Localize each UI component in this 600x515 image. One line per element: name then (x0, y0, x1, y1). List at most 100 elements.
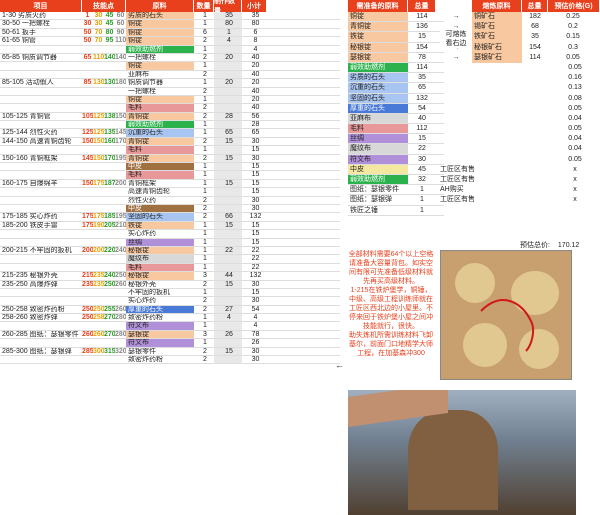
subtotal: 132 (249, 272, 262, 280)
skill-level (104, 163, 115, 170)
make-count: 15 (214, 280, 242, 288)
skill-level: 45 (105, 12, 114, 19)
table-row: 250-258 致密炸药粉 250 250 255 260 厚重的石头 2 27 54 (0, 305, 340, 315)
material-name: 青铜锭 (126, 137, 194, 146)
material-qty: 1 (203, 20, 207, 28)
recipe-name (0, 205, 82, 212)
subtotal: 4 (253, 45, 258, 53)
need-name: 沉重的石头 (348, 83, 408, 93)
ore-name: 瑟银矿石 (472, 52, 522, 63)
ore-price: 0.3 (568, 43, 578, 51)
need-name: 劣质的石头 (348, 73, 408, 83)
subtotal: 30 (251, 356, 260, 364)
need-name: 符文布 (348, 154, 408, 164)
material-name: 铜锭 (126, 62, 194, 70)
skill-level: 200 (115, 179, 126, 187)
skill-level: 145 (115, 129, 126, 137)
recipe-name (0, 197, 82, 204)
skill-level: 187 (104, 179, 115, 187)
price-note (440, 114, 550, 124)
recipe-name (0, 230, 82, 237)
skill-level (115, 356, 126, 363)
skill-level (115, 88, 126, 95)
list-item: 0.13 (440, 83, 600, 93)
skill-level (104, 62, 115, 69)
need-name: 青铜锭 (348, 22, 408, 32)
skill-level: 125 (82, 129, 93, 137)
skill-level (115, 339, 126, 346)
table-row: 魔纹布 1 22 (0, 255, 340, 264)
need-name: 丝绸 (348, 134, 408, 144)
material-name: 高速青铜齿轮 (128, 188, 170, 196)
need-total: 1 (420, 186, 424, 194)
need-total: 15 (418, 135, 426, 143)
recipe-name (0, 163, 82, 170)
list-item: 铜锭 114 (348, 12, 444, 23)
list-item: 0.04 (440, 114, 600, 124)
table-row: 一把螺栓 2 40 (0, 87, 340, 96)
skill-level (104, 121, 115, 128)
skill-level: 250 (93, 305, 104, 313)
need-total: 132 (416, 94, 428, 102)
recipe-name (0, 146, 82, 153)
material-qty: 1 (203, 179, 207, 187)
recipe-name: 50-61 扳手 (2, 28, 36, 36)
skill-level: 50 (83, 37, 92, 45)
skill-level (104, 255, 115, 262)
ore-price: 0.25 (566, 13, 580, 20)
skill-level (104, 205, 115, 212)
estimate-value: 170.12 (557, 242, 580, 249)
subtotal: 15 (251, 179, 260, 187)
material-name: 毛料 (126, 171, 194, 179)
skill-level (104, 71, 115, 78)
recipe-name: 200-215 不牢固的扳机 (2, 246, 72, 254)
material-qty: 1 (203, 121, 207, 129)
skill-level (93, 297, 104, 304)
material-name: 不牢固的扳机 (128, 288, 170, 296)
need-total: 30 (418, 155, 426, 163)
price-value: 0.05 (568, 155, 582, 163)
game-screenshot (348, 390, 576, 515)
skill-level: 150 (82, 179, 93, 187)
skill-level: 80 (105, 28, 114, 36)
skill-level: 270 (104, 314, 115, 322)
subtotal: 15 (251, 288, 260, 296)
skill-level (93, 197, 104, 204)
need-name: 毛料 (348, 124, 408, 134)
material-qty: 2 (203, 37, 207, 45)
price-value: 0.05 (568, 125, 582, 133)
list-item: → 瑟银矿石 114 0.05 (440, 52, 600, 63)
list-item: 铁锭 15 (348, 32, 444, 43)
price-value: 0.13 (568, 84, 582, 92)
skill-level (104, 197, 115, 204)
material-qty: 2 (203, 70, 207, 78)
subtotal: 80 (251, 20, 260, 28)
skill-level: 95 (105, 37, 114, 45)
skill-level: 130 (93, 79, 104, 87)
need-total: 112 (416, 125, 428, 133)
header-total: 总量 (408, 0, 436, 12)
subtotal: 20 (251, 62, 260, 70)
make-count (214, 297, 242, 305)
price-value: 0.04 (568, 114, 582, 122)
recipe-name (0, 62, 82, 69)
table-row: 丝绸 1 15 (0, 238, 340, 247)
subtotal: 30 (251, 280, 260, 288)
skill-level (104, 339, 115, 346)
price-note: 工匠区有售 (440, 165, 475, 173)
price-note (440, 134, 550, 144)
make-count: 4 (214, 37, 242, 45)
skill-level: 70 (94, 37, 103, 45)
table-row: 215-235 秘银外壳 215 235 240 250 秘银锭 3 44 132 (0, 272, 340, 281)
table-row: 毛料 2 40 (0, 104, 340, 113)
subtotal: 78 (251, 330, 260, 338)
table-row: 毛料 1 22 (0, 263, 340, 273)
table-row: 285-300 图纸：瑟银弹 285 300 315 320 瑟银零件 2 15 30 (0, 347, 340, 357)
subtotal: 30 (251, 347, 260, 355)
right-header: 熔炼原料 总量 预估价格(G) (472, 0, 600, 12)
list-item: 亚麻布 40 (348, 113, 444, 125)
material-qty: 1 (203, 79, 207, 87)
skill-level (93, 264, 104, 271)
subtotal: 40 (251, 53, 260, 61)
skill-level: 215 (82, 272, 93, 280)
